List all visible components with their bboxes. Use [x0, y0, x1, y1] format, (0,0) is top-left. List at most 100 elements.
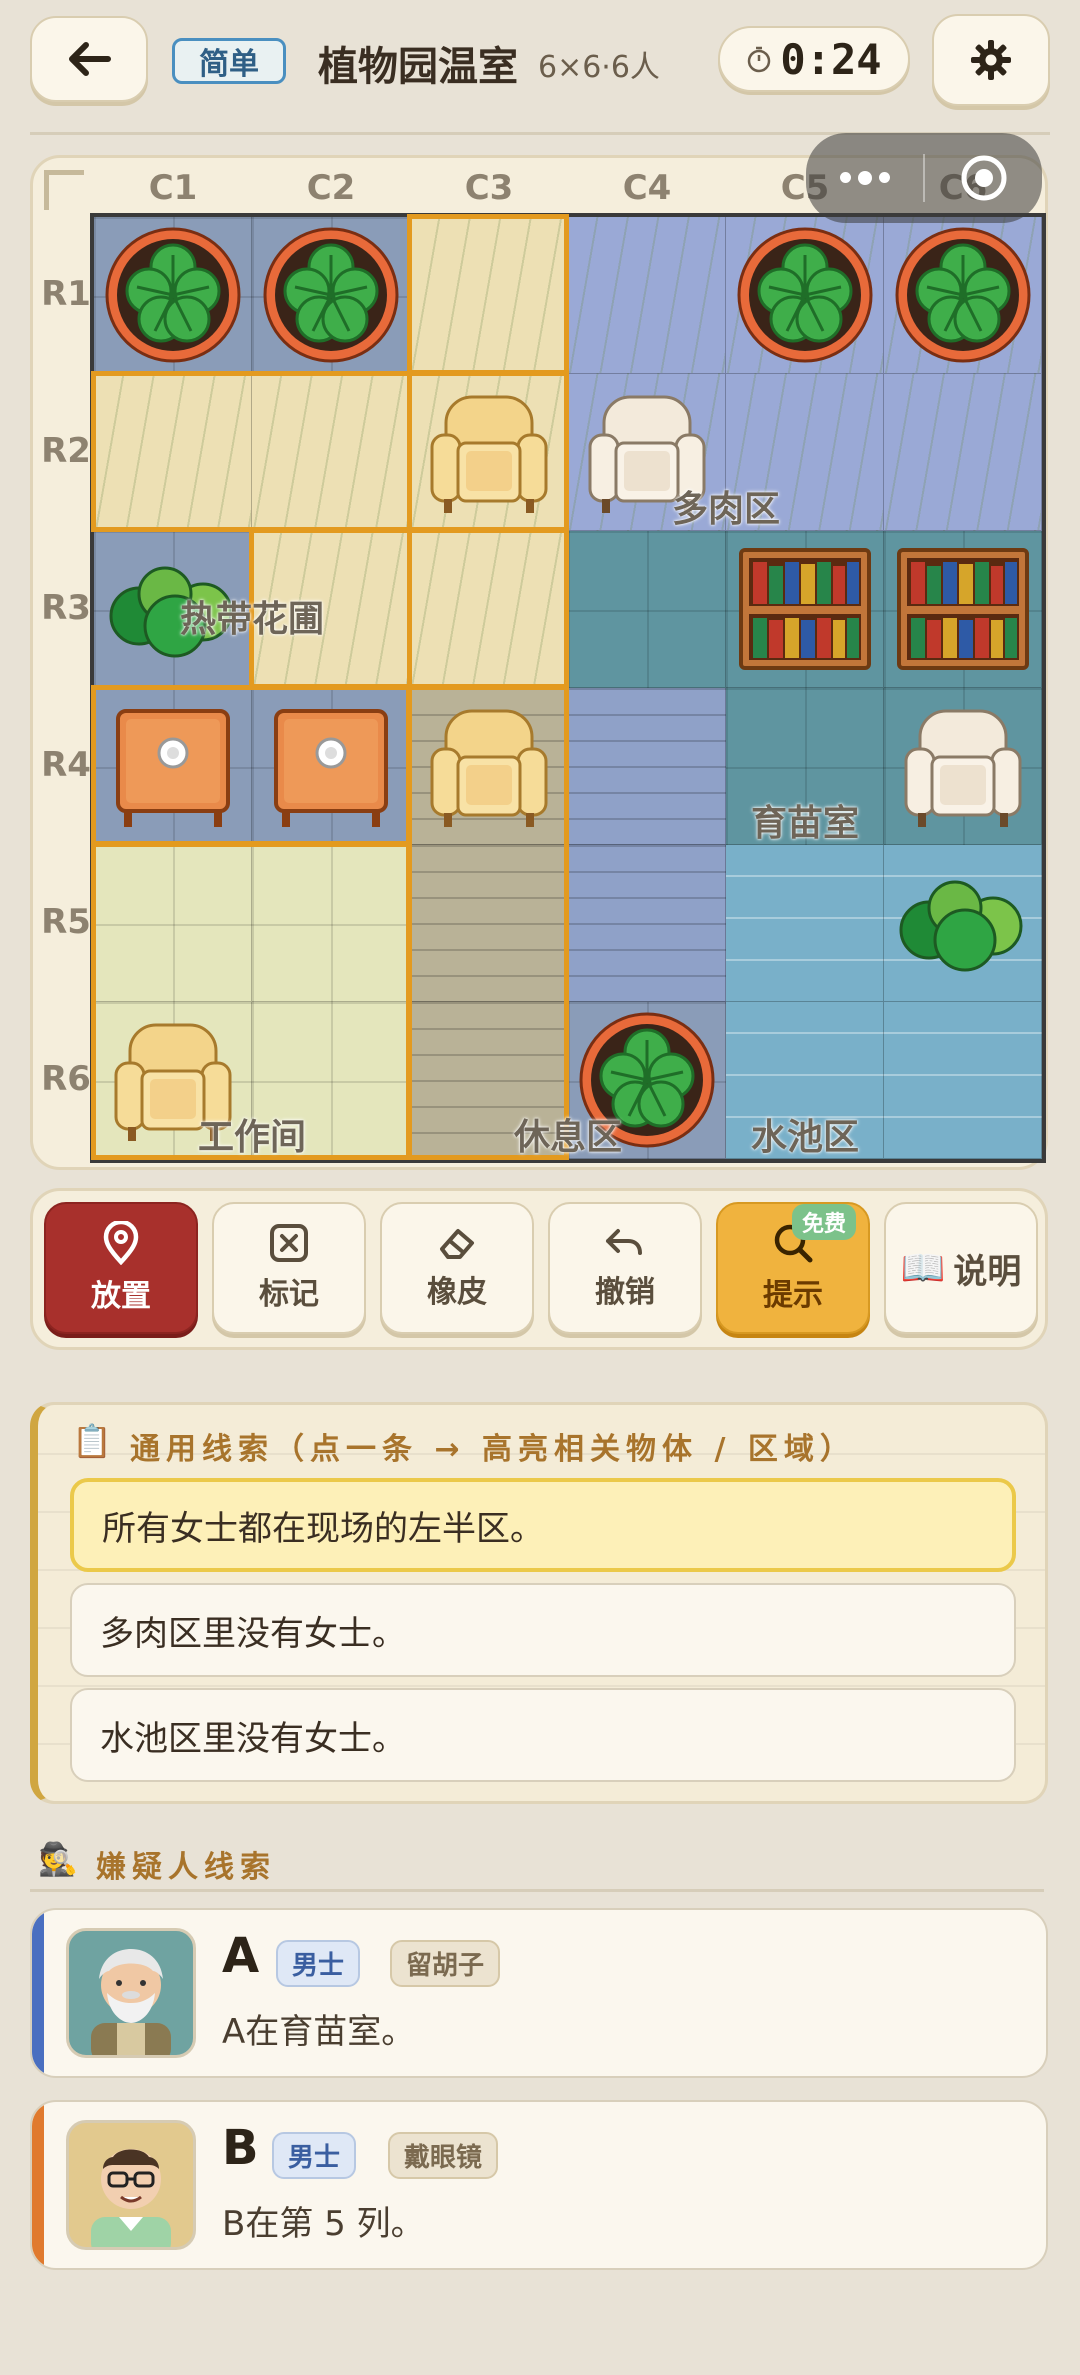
grid-cell-r5-c2[interactable]: [252, 845, 410, 1002]
grid-cell-r4-c6[interactable]: [884, 688, 1042, 845]
suspect-b-stripe: [32, 2102, 44, 2268]
grid-cell-r3-c2[interactable]: [252, 531, 410, 688]
grid-cell-r5-c3[interactable]: [410, 845, 568, 1002]
capsule-menu[interactable]: [806, 133, 1042, 223]
armchair-white-object: [568, 374, 725, 530]
grid-cell-r5-c1[interactable]: [94, 845, 252, 1002]
free-badge: 免费: [792, 1204, 857, 1240]
bush-object: [94, 531, 251, 687]
row-label: R1: [41, 273, 91, 314]
armchair-object: [94, 1002, 251, 1158]
mark-tool-button[interactable]: 标记: [212, 1202, 366, 1334]
target-icon: [961, 155, 1006, 201]
row-label: R5: [41, 901, 91, 942]
suspect-a-stripe: [32, 1910, 44, 2076]
grid-cell-r3-c3[interactable]: [410, 531, 568, 688]
column-label: C3: [464, 168, 514, 208]
bush-icon: [109, 566, 232, 658]
column-label: C4: [622, 168, 672, 208]
grid-cell-r1-c1[interactable]: [94, 217, 252, 374]
clue-item-2[interactable]: 多肉区里没有女士。: [70, 1583, 1016, 1677]
board-corner: [44, 170, 84, 210]
armchair-icon: [430, 395, 547, 513]
grid-cell-r3-c4[interactable]: [568, 531, 726, 688]
grid-cell-r3-c6[interactable]: [884, 531, 1042, 688]
grid-cell-r2-c4[interactable]: [568, 374, 726, 531]
armchair-object: [410, 688, 567, 844]
grid-cell-r6-c2[interactable]: [252, 1002, 410, 1159]
armchair-object: [410, 374, 567, 530]
arrow-left-icon: [69, 42, 111, 76]
grid-cell-r6-c1[interactable]: [94, 1002, 252, 1159]
timer-value: 0:24: [780, 34, 882, 84]
grid-cell-r4-c5[interactable]: [726, 688, 884, 845]
clue-item-1[interactable]: 所有女士都在现场的左半区。: [70, 1478, 1016, 1572]
bookshelf-icon: [896, 548, 1029, 670]
column-label: C1: [148, 168, 198, 208]
grid-cell-r5-c4[interactable]: [568, 845, 726, 1002]
grid-cell-r1-c4[interactable]: [568, 217, 726, 374]
help-button[interactable]: 📖 说明: [884, 1202, 1038, 1334]
clipboard-icon: 📋: [72, 1422, 112, 1460]
grid-cell-r1-c6[interactable]: [884, 217, 1042, 374]
suspect-b-name: B: [222, 2120, 259, 2176]
bearded-man-icon: [91, 1949, 171, 2055]
general-clues-heading: 通用线索（点一条 → 高亮相关物体 / 区域）: [130, 1432, 856, 1467]
row-label: R2: [41, 430, 91, 471]
grid-cell-r1-c2[interactable]: [252, 217, 410, 374]
undo-tool-button[interactable]: 撤销: [548, 1202, 702, 1334]
suspect-card-a[interactable]: A 男士 留胡子 A在育苗室。: [30, 1908, 1048, 2078]
grid-cell-r2-c6[interactable]: [884, 374, 1042, 531]
grid-cell-r4-c2[interactable]: [252, 688, 410, 845]
avatar: [66, 1928, 196, 2058]
grid-cell-r4-c1[interactable]: [94, 688, 252, 845]
gear-icon: [971, 40, 1011, 80]
clue-item-3[interactable]: 水池区里没有女士。: [70, 1688, 1016, 1782]
grid-cell-r6-c3[interactable]: [410, 1002, 568, 1159]
potted-plant-icon: [737, 227, 872, 363]
help-label: 说明: [953, 1251, 1022, 1292]
grid-cell-r1-c5[interactable]: [726, 217, 884, 374]
grid-cell-r6-c5[interactable]: [726, 1002, 884, 1159]
grid-cell-r5-c5[interactable]: [726, 845, 884, 1002]
suspect-clues-heading: 嫌疑人线索: [96, 1850, 276, 1885]
back-button[interactable]: [30, 16, 148, 102]
undo-icon: [606, 1229, 642, 1255]
book-icon: 📖: [900, 1248, 946, 1289]
more-button[interactable]: [806, 133, 923, 223]
suspect-b-feature-tag: 戴眼镜: [388, 2132, 499, 2179]
puzzle-size: 6×6·6人: [538, 50, 660, 85]
grid-cell-r3-c5[interactable]: [726, 531, 884, 688]
grid-cell-r2-c1[interactable]: [94, 374, 252, 531]
grid-cell-r6-c4[interactable]: [568, 1002, 726, 1159]
bookshelf-object: [884, 531, 1041, 687]
armchair-icon: [114, 1023, 231, 1141]
location-pin-icon: [103, 1221, 139, 1265]
grid-cell-r4-c3[interactable]: [410, 688, 568, 845]
plant-object: [726, 217, 883, 373]
suspect-a-feature-tag: 留胡子: [390, 1940, 501, 1987]
eraser-tool-button[interactable]: 橡皮: [380, 1202, 534, 1334]
grid-cell-r1-c3[interactable]: [410, 217, 568, 374]
grid-cell-r2-c2[interactable]: [252, 374, 410, 531]
bush-object: [884, 845, 1041, 1001]
potted-plant-icon: [263, 227, 398, 363]
grid-cell-r3-c1[interactable]: [94, 531, 252, 688]
plant-object: [884, 217, 1041, 373]
row-label: R6: [41, 1058, 91, 1099]
page-title: 植物园温室: [318, 44, 518, 90]
close-miniprogram-button[interactable]: [925, 133, 1042, 223]
grid-cell-r6-c6[interactable]: [884, 1002, 1042, 1159]
glasses-man-icon: [91, 2149, 171, 2247]
settings-button[interactable]: [932, 14, 1050, 106]
grid-cell-r2-c3[interactable]: [410, 374, 568, 531]
plant-object: [94, 217, 251, 373]
grid-cell-r2-c5[interactable]: [726, 374, 884, 531]
armchair-white-object: [884, 688, 1041, 844]
suspect-a-gender-tag: 男士: [276, 1940, 361, 1987]
grid-cell-r5-c6[interactable]: [884, 845, 1042, 1002]
grid-cell-r4-c4[interactable]: [568, 688, 726, 845]
suspect-b-clue: B在第 5 列。: [222, 2204, 425, 2244]
suspect-card-b[interactable]: B 男士 戴眼镜 B在第 5 列。: [30, 2100, 1048, 2270]
place-tool-button[interactable]: 放置: [44, 1202, 198, 1334]
